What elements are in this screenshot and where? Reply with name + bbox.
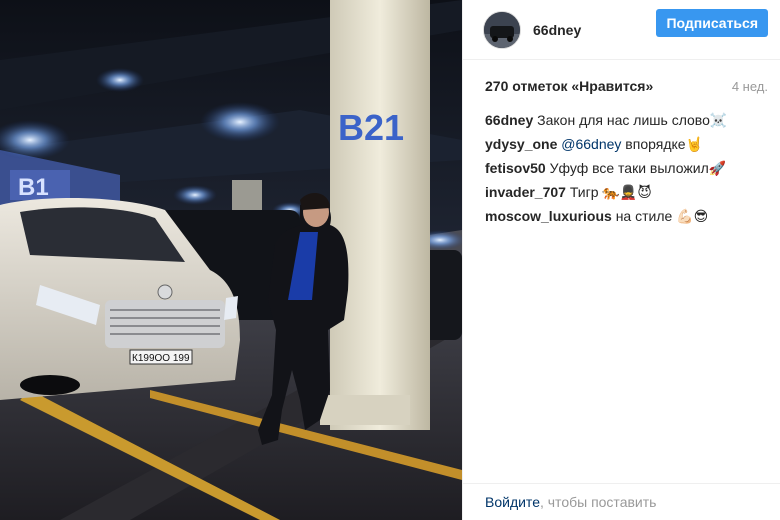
pillar-sign-text: B21 [338, 107, 404, 148]
post-photo[interactable]: B1 К199ОО 199 B21 [0, 0, 462, 520]
comment-username[interactable]: ydysy_one [485, 136, 557, 152]
comment-text: Уфуф все таки выложил🚀 [545, 160, 727, 176]
avatar[interactable] [483, 10, 521, 49]
post-meta: 270 отметок «Нравится» 4 нед. [463, 60, 780, 94]
username-link[interactable]: 66dney [533, 22, 656, 38]
comment-text: впорядке🤘 [621, 136, 703, 152]
avatar-image [484, 11, 520, 48]
svg-text:B1: B1 [18, 174, 49, 201]
comment-text: Закон для нас лишь слово☠️ [533, 112, 728, 128]
login-link[interactable]: Войдите [485, 494, 540, 510]
comment-item: ydysy_one @66dney впорядке🤘 [485, 132, 768, 156]
comment-mention[interactable]: @66dney [557, 136, 621, 152]
comment-username[interactable]: moscow_luxurious [485, 208, 612, 224]
post-container: B1 К199ОО 199 B21 66dney Подписаться 270… [0, 0, 780, 520]
login-prompt: Войдите, чтобы поставить [463, 483, 780, 520]
comment-item: moscow_luxurious на стиле 💪🏻😎 [485, 204, 768, 228]
post-sidebar: 66dney Подписаться 270 отметок «Нравится… [462, 0, 780, 520]
comment-username[interactable]: fetisov50 [485, 160, 546, 176]
login-prompt-text: , чтобы поставить [539, 494, 657, 510]
likes-count[interactable]: 270 отметок «Нравится» [485, 78, 653, 94]
comment-item: invader_707 Тигр 🐅💂😈 [485, 180, 768, 204]
comments-list: 66dney Закон для нас лишь слово☠️ ydysy_… [463, 94, 780, 228]
post-header: 66dney Подписаться [463, 0, 780, 60]
parking-garage-photo: B1 К199ОО 199 B21 [0, 0, 462, 520]
license-plate-text: К199ОО 199 [132, 353, 190, 364]
follow-button[interactable]: Подписаться [656, 8, 768, 37]
comment-text: на стиле 💪🏻😎 [611, 208, 709, 224]
post-time[interactable]: 4 нед. [732, 79, 768, 94]
comment-username[interactable]: 66dney [485, 112, 533, 128]
comment-item: 66dney Закон для нас лишь слово☠️ [485, 108, 768, 132]
comment-text: Тигр 🐅💂😈 [565, 184, 652, 200]
comment-username[interactable]: invader_707 [485, 184, 566, 200]
comment-item: fetisov50 Уфуф все таки выложил🚀 [485, 156, 768, 180]
